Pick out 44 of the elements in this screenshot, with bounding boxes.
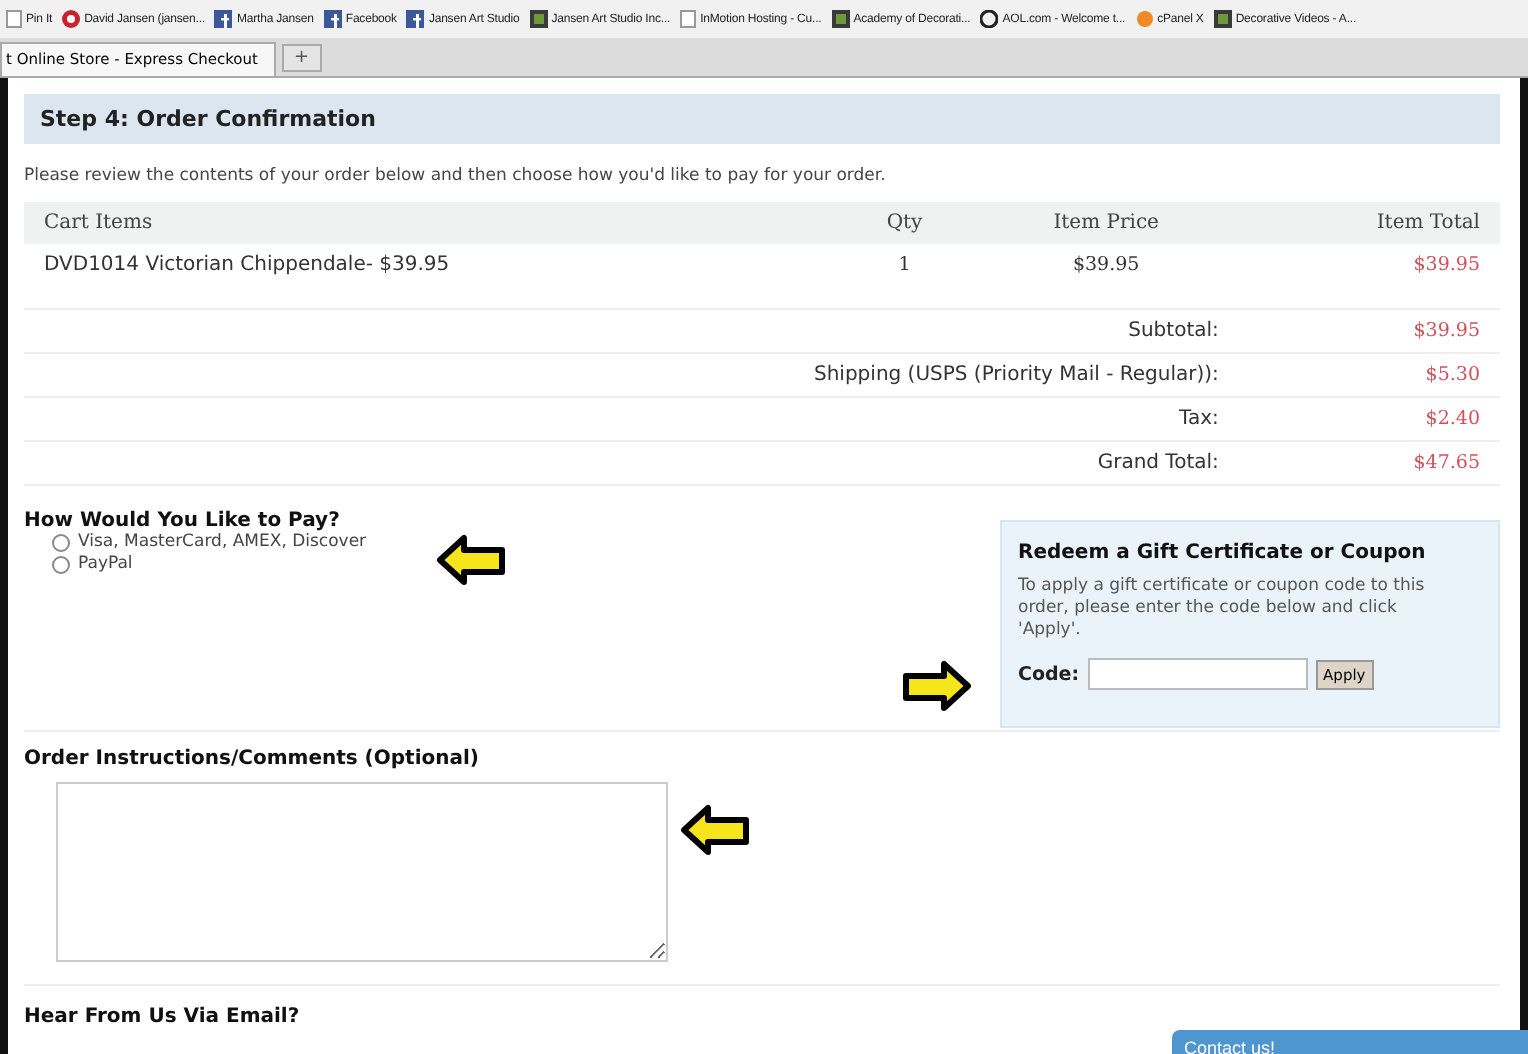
code-label: Code:: [1018, 663, 1080, 685]
right-arrow-icon: [900, 660, 972, 712]
column-header: Qty: [835, 202, 974, 244]
f-logo-icon: [406, 10, 425, 28]
step-header: Step 4: Order Confirmation: [24, 94, 1500, 144]
total-value: $2.40: [1238, 397, 1500, 441]
item-cell: DVD1014 Victorian Chippendale- $39.95: [24, 244, 836, 309]
site-icon: [1213, 10, 1232, 28]
coupon-text: To apply a gift certificate or coupon code to this order, please enter the code below and click 'Apply'.: [1018, 576, 1427, 642]
total-label: Subtotal:: [24, 309, 1239, 353]
f-logo-icon: [214, 10, 233, 28]
code-field[interactable]: [1087, 658, 1308, 690]
qty-cell: 1: [835, 244, 974, 309]
intro-text: Please review the contents of your order below and then choose how you'd like to pay for your order.: [24, 166, 888, 186]
total-label: Shipping (USPS (Priority Mail - Regular)):: [24, 353, 1239, 397]
site-icon: [529, 10, 548, 28]
total-label: Grand Total:: [24, 441, 1239, 485]
price-cell: $39.95: [973, 244, 1239, 309]
column-header: Item Price: [973, 202, 1239, 244]
section-title: How Would You Like to Pay?: [24, 510, 342, 532]
page-icon: [6, 10, 22, 28]
site-icon: [831, 10, 850, 28]
pin-logo-icon: [62, 10, 81, 28]
total-value: $5.30: [1238, 353, 1500, 397]
total-label: Tax:: [24, 397, 1239, 441]
column-header: Cart Items: [24, 202, 836, 244]
radio-label: PayPal: [78, 554, 133, 576]
new-tab-button[interactable]: +: [281, 44, 322, 72]
total-cell: $39.95: [1238, 244, 1500, 309]
total-value: $39.95: [1238, 309, 1500, 353]
left-arrow-icon: [436, 534, 508, 586]
radio-button[interactable]: [52, 556, 70, 574]
radio-label: Visa, MasterCard, AMEX, Discover: [78, 532, 367, 554]
total-value: $47.65: [1238, 441, 1500, 485]
page-icon: [680, 10, 697, 28]
radio-button[interactable]: [52, 534, 70, 552]
column-header: Item Total: [1238, 202, 1500, 244]
f-logo-icon: [323, 10, 342, 28]
section-title: Order Instructions/Comments (Optional): [24, 748, 481, 770]
comments-field[interactable]: [56, 782, 668, 962]
section-title: Hear From Us Via Email?: [24, 1006, 302, 1028]
cpanel-icon: [1135, 10, 1154, 28]
coupon-title: Redeem a Gift Certificate or Coupon: [1018, 542, 1428, 564]
left-arrow-icon: [680, 804, 752, 856]
